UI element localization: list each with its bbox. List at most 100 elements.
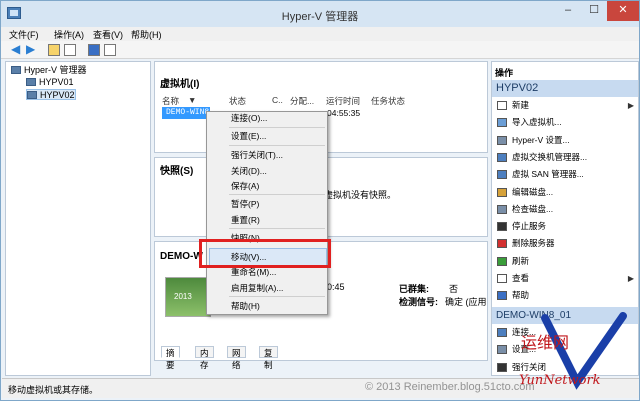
- edit-disk-icon: [497, 187, 507, 197]
- action-item[interactable]: 虚拟交换机管理器...: [492, 150, 638, 165]
- col-uptime[interactable]: 运行时间: [326, 95, 360, 107]
- action-item-label: 虚拟交换机管理器...: [512, 151, 588, 162]
- import-icon: [497, 118, 507, 128]
- action-item[interactable]: Hyper-V 设置...: [492, 133, 638, 148]
- action-item[interactable]: 导入虚拟机...: [492, 115, 638, 130]
- heartbeat-label: 检测信号:: [399, 297, 438, 307]
- action-item-label: 检查磁盘...: [512, 203, 554, 214]
- action-item[interactable]: 虚拟 SAN 管理器...: [492, 167, 638, 182]
- action-item-label: 新建: [512, 100, 530, 110]
- heartbeat-value: 确定 (应用: [445, 297, 487, 307]
- maximize-button[interactable]: ☐: [581, 1, 607, 21]
- inspect-disk-icon: [497, 204, 507, 214]
- action-item[interactable]: 停止服务: [492, 219, 638, 234]
- submenu-arrow-icon: ▶: [627, 274, 634, 283]
- ctx-save[interactable]: 保存(A): [231, 180, 259, 192]
- toolbar: ◀ ▶: [1, 41, 639, 59]
- action-item[interactable]: 删除服务器: [492, 236, 638, 251]
- refresh-icon: [497, 256, 507, 266]
- col-task[interactable]: 任务状态: [371, 95, 405, 107]
- tree-root[interactable]: Hyper-V 管理器: [11, 65, 87, 76]
- show-tree-icon[interactable]: [64, 44, 76, 56]
- action-item-label: 导入虚拟机...: [512, 117, 562, 128]
- ctx-turnoff[interactable]: 强行关闭(T)...: [231, 149, 283, 161]
- status-text: 移动虚拟机或其存储。: [8, 385, 99, 395]
- col-memory[interactable]: 分配...: [290, 95, 314, 107]
- help-toolbar-icon[interactable]: [88, 44, 100, 56]
- window-title: Hyper-V 管理器: [281, 11, 359, 23]
- menu-action[interactable]: 操作(A): [54, 28, 84, 41]
- ctx-separator: [229, 228, 325, 229]
- vm-row-uptime: 04:55:35: [327, 108, 361, 118]
- ctx-settings[interactable]: 设置(E)...: [231, 130, 266, 142]
- tree-node-hypv02[interactable]: HYPV02: [26, 89, 76, 100]
- ctx-separator: [229, 145, 325, 146]
- action-item-label: 帮助: [512, 290, 530, 301]
- vm-settings-icon: [497, 345, 507, 355]
- tab-summary[interactable]: 摘要: [161, 346, 180, 370]
- tab-network[interactable]: 网络: [227, 346, 246, 370]
- title-bar: Hyper-V 管理器 – ☐ ✕: [1, 1, 639, 27]
- action-item-label: 查看: [512, 273, 530, 283]
- san-icon: [497, 170, 507, 180]
- actions-header: 操作: [495, 68, 514, 78]
- close-button[interactable]: ✕: [607, 1, 639, 21]
- tree-node-hypv01[interactable]: HYPV01: [26, 77, 74, 88]
- yunnetwork-logo: 运维网 YunNetwork: [519, 312, 627, 390]
- ctx-connect[interactable]: 连接(O)...: [231, 112, 267, 124]
- menu-file[interactable]: 文件(F): [9, 28, 39, 41]
- action-item-label: 编辑磁盘...: [512, 186, 554, 197]
- action-item[interactable]: 查看 ▶: [492, 271, 638, 286]
- action-item[interactable]: 检查磁盘...: [492, 202, 638, 217]
- navigation-tree: Hyper-V 管理器 HYPV01 HYPV02: [5, 61, 151, 376]
- properties-icon[interactable]: [104, 44, 116, 56]
- col-cpu[interactable]: C..: [272, 95, 283, 105]
- view-icon: [497, 274, 507, 283]
- cluster-label: 已群集:: [399, 284, 429, 294]
- action-item[interactable]: 刷新: [492, 254, 638, 269]
- col-state[interactable]: 状态: [229, 95, 246, 107]
- help-icon: [497, 291, 507, 301]
- action-item-label: 删除服务器: [512, 238, 555, 249]
- actions-group-hypv02[interactable]: HYPV02: [492, 80, 638, 97]
- ctx-enable-replication[interactable]: 启用复制(A)...: [231, 282, 283, 294]
- up-folder-icon[interactable]: [48, 44, 60, 56]
- tab-replication[interactable]: 复制: [259, 346, 278, 370]
- delete-icon: [497, 239, 507, 249]
- logo-cn-text: 运维网: [521, 333, 569, 352]
- action-item[interactable]: 新建 ▶: [492, 98, 638, 113]
- ctx-reset[interactable]: 重置(R): [231, 214, 260, 226]
- tab-memory[interactable]: 内存: [195, 346, 214, 370]
- ctx-help[interactable]: 帮助(H): [231, 300, 260, 312]
- vm-thumbnail: 2013: [165, 277, 211, 317]
- col-name[interactable]: 名称: [162, 95, 179, 107]
- turnoff-icon: [497, 362, 507, 372]
- action-item-label: 刷新: [512, 255, 530, 266]
- ctx-separator: [229, 194, 325, 195]
- menu-view[interactable]: 查看(V): [93, 28, 123, 41]
- back-arrow-icon[interactable]: ◀: [11, 43, 23, 56]
- settings-icon: [497, 135, 507, 145]
- action-item[interactable]: 帮助: [492, 288, 638, 303]
- server-icon: [26, 78, 36, 86]
- ctx-pause[interactable]: 暂停(P): [231, 198, 259, 210]
- ctx-separator: [229, 296, 325, 297]
- cluster-value: 否: [449, 284, 459, 294]
- ctx-shutdown[interactable]: 关闭(D)...: [231, 165, 267, 177]
- connect-icon: [497, 328, 507, 337]
- new-icon: [497, 101, 507, 110]
- snapshot-section-title: 快照(S): [160, 166, 194, 177]
- sort-arrow-icon: ▼: [188, 95, 197, 105]
- action-item[interactable]: 编辑磁盘...: [492, 185, 638, 200]
- context-menu: 连接(O)... 设置(E)... 强行关闭(T)... 关闭(D)... 保存…: [206, 111, 328, 315]
- minimize-button[interactable]: –: [555, 1, 581, 21]
- watermark: © 2013 Reinember.blog.51cto.com: [365, 381, 535, 393]
- server-manager-icon: [11, 66, 21, 74]
- forward-arrow-icon[interactable]: ▶: [26, 43, 38, 56]
- menu-bar: 文件(F) 操作(A) 查看(V) 帮助(H): [1, 27, 639, 41]
- menu-help[interactable]: 帮助(H): [131, 28, 162, 41]
- switch-icon: [497, 152, 507, 162]
- ctx-separator: [229, 127, 325, 128]
- action-item-label: 停止服务: [512, 221, 547, 232]
- annotation-highlight-box: [199, 239, 331, 268]
